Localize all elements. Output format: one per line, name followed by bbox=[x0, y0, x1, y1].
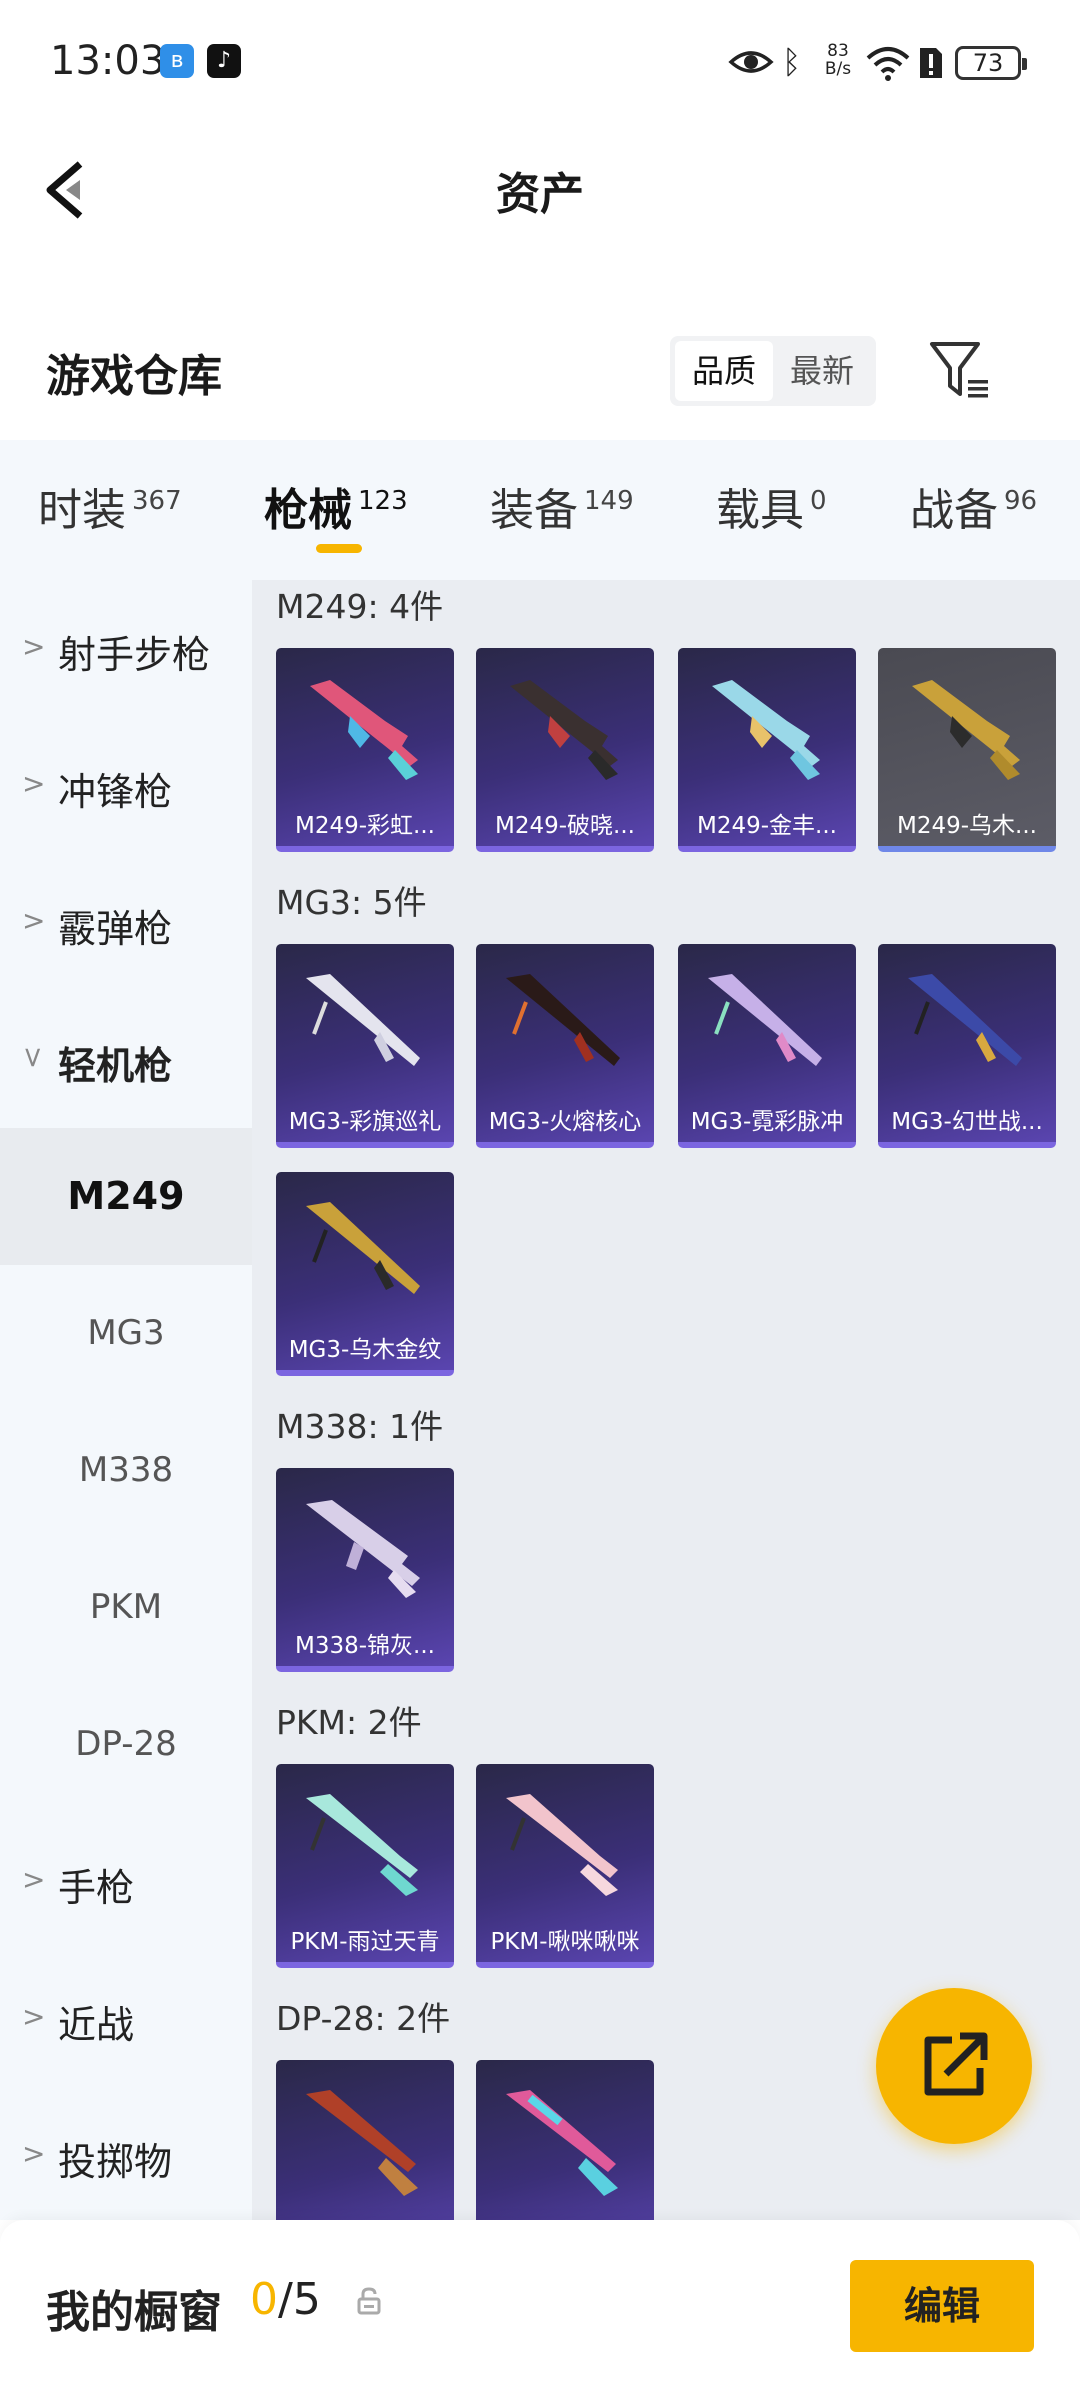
skin-card[interactable] bbox=[476, 2060, 654, 2220]
skin-card[interactable]: M249-破晓... bbox=[476, 648, 654, 852]
tab-firearms[interactable]: 枪械 123 bbox=[264, 474, 408, 538]
group-label-m338: M338: 1件 bbox=[276, 1407, 444, 1446]
group-label-pkm: PKM: 2件 bbox=[276, 1703, 422, 1742]
weapon-skin-icon bbox=[506, 2090, 618, 2196]
chevron-down-icon: > bbox=[17, 1045, 51, 1070]
tab-combat-supplies[interactable]: 战备 96 bbox=[910, 474, 1037, 538]
showcase-title: 我的橱窗 bbox=[46, 2287, 222, 2338]
skin-card[interactable]: M249-乌木... bbox=[878, 648, 1056, 852]
bluetooth-icon: ᛒ bbox=[782, 43, 802, 81]
sidebar-sub-dp28[interactable]: DP-28 bbox=[0, 1676, 252, 1813]
eye-icon bbox=[728, 51, 774, 73]
weapon-skin-icon bbox=[708, 974, 822, 1066]
tab-fashion[interactable]: 时装 367 bbox=[38, 474, 182, 538]
skin-card[interactable]: MG3-火熔核心 bbox=[476, 944, 654, 1148]
chevron-right-icon: > bbox=[22, 2137, 46, 2170]
sidebar-sub-mg3[interactable]: MG3 bbox=[0, 1265, 252, 1402]
weapon-category-sidebar: > 射手步枪 > 冲锋枪 > 霰弹枪 > 轻机枪 M249 MG3 M338 PKM D… bbox=[0, 580, 252, 2220]
chevron-right-icon: > bbox=[22, 904, 46, 937]
category-tabs: 时装 367 枪械 123 装备 149 载具 0 战备 96 bbox=[0, 440, 1080, 580]
sidebar-sub-m249[interactable]: M249 bbox=[0, 1128, 252, 1265]
sidebar-item-smg[interactable]: > 冲锋枪 bbox=[0, 717, 252, 854]
weapon-skin-icon bbox=[306, 2090, 418, 2196]
sidebar-item-melee[interactable]: > 近战 bbox=[0, 1950, 252, 2087]
sort-by-newest[interactable]: 最新 bbox=[773, 341, 871, 401]
chevron-right-icon: > bbox=[22, 767, 46, 800]
active-tab-indicator bbox=[316, 544, 362, 553]
chevron-right-icon: > bbox=[22, 630, 46, 663]
weapon-skin-icon bbox=[306, 1794, 418, 1896]
weapon-skin-icon bbox=[506, 1794, 618, 1896]
skin-card[interactable]: M249-金丰... bbox=[678, 648, 856, 852]
skin-card[interactable]: M249-彩虹... bbox=[276, 648, 454, 852]
skin-card[interactable]: PKM-啾咪啾咪 bbox=[476, 1764, 654, 1968]
status-time: 13:03 bbox=[50, 38, 166, 84]
sidebar-item-throwables[interactable]: > 投掷物 bbox=[0, 2087, 252, 2224]
showcase-bar: 我的橱窗 0/5 编辑 bbox=[0, 2220, 1080, 2382]
sidebar-item-marksman-rifle[interactable]: > 射手步枪 bbox=[0, 580, 252, 717]
sidebar-item-shotgun[interactable]: > 霰弹枪 bbox=[0, 854, 252, 991]
sidebar-item-lmg[interactable]: > 轻机枪 bbox=[0, 991, 252, 1128]
network-speed: 83 B/s bbox=[824, 41, 852, 79]
group-label-dp28: DP-28: 2件 bbox=[276, 1999, 451, 2038]
skin-card[interactable]: MG3-幻世战... bbox=[878, 944, 1056, 1148]
tab-equipment[interactable]: 装备 149 bbox=[490, 474, 634, 538]
share-external-icon bbox=[924, 2032, 988, 2096]
sort-by-quality[interactable]: 品质 bbox=[675, 341, 773, 401]
sim-alert-icon bbox=[920, 48, 942, 78]
chevron-right-icon: > bbox=[22, 1863, 46, 1896]
showcase-count: 0/5 bbox=[250, 2274, 321, 2325]
page-title: 资产 bbox=[496, 169, 584, 220]
bluetooth-notification-icon: ʙ bbox=[160, 44, 194, 78]
status-bar: 13:03 ʙ ♪ ᛒ 83 B/s 73 bbox=[0, 0, 1080, 130]
sidebar-sub-m338[interactable]: M338 bbox=[0, 1402, 252, 1539]
skin-card[interactable]: MG3-乌木金纹 bbox=[276, 1172, 454, 1376]
skin-card[interactable] bbox=[276, 2060, 454, 2220]
share-button[interactable] bbox=[876, 1988, 1032, 2144]
weapon-skin-icon bbox=[310, 680, 418, 780]
lock-icon bbox=[357, 2287, 381, 2315]
skin-card[interactable]: M338-锦灰... bbox=[276, 1468, 454, 1672]
sort-toggle: 品质 最新 bbox=[670, 336, 876, 406]
chevron-right-icon: > bbox=[22, 2000, 46, 2033]
tab-vehicles[interactable]: 载具 0 bbox=[716, 474, 827, 538]
battery-indicator: 73 bbox=[955, 46, 1027, 80]
weapon-skin-icon bbox=[306, 974, 420, 1066]
skin-card[interactable]: MG3-彩旗巡礼 bbox=[276, 944, 454, 1148]
weapon-skin-icon bbox=[510, 680, 618, 780]
weapon-skin-grid: M249: 4件 M249-彩虹... M249-破晓... M249-金丰..… bbox=[252, 580, 1080, 2220]
group-label-m249: M249: 4件 bbox=[276, 587, 444, 626]
skin-card[interactable]: MG3-霓彩脉冲 bbox=[678, 944, 856, 1148]
weapon-skin-icon bbox=[506, 974, 620, 1066]
weapon-skin-icon bbox=[908, 974, 1022, 1066]
weapon-skin-icon bbox=[306, 1500, 420, 1598]
group-label-mg3: MG3: 5件 bbox=[276, 883, 427, 922]
weapon-skin-icon bbox=[712, 680, 820, 780]
edit-button[interactable]: 编辑 bbox=[850, 2260, 1034, 2352]
weapon-skin-icon bbox=[912, 680, 1020, 780]
warehouse-title: 游戏仓库 bbox=[46, 351, 222, 402]
sidebar-sub-pkm[interactable]: PKM bbox=[0, 1539, 252, 1676]
skin-card[interactable]: PKM-雨过天青 bbox=[276, 1764, 454, 1968]
wifi-icon bbox=[866, 47, 910, 81]
weapon-skin-icon bbox=[306, 1202, 420, 1294]
filter-icon[interactable] bbox=[926, 336, 996, 406]
tiktok-notification-icon: ♪ bbox=[207, 44, 241, 78]
sidebar-item-pistol[interactable]: > 手枪 bbox=[0, 1813, 252, 1950]
